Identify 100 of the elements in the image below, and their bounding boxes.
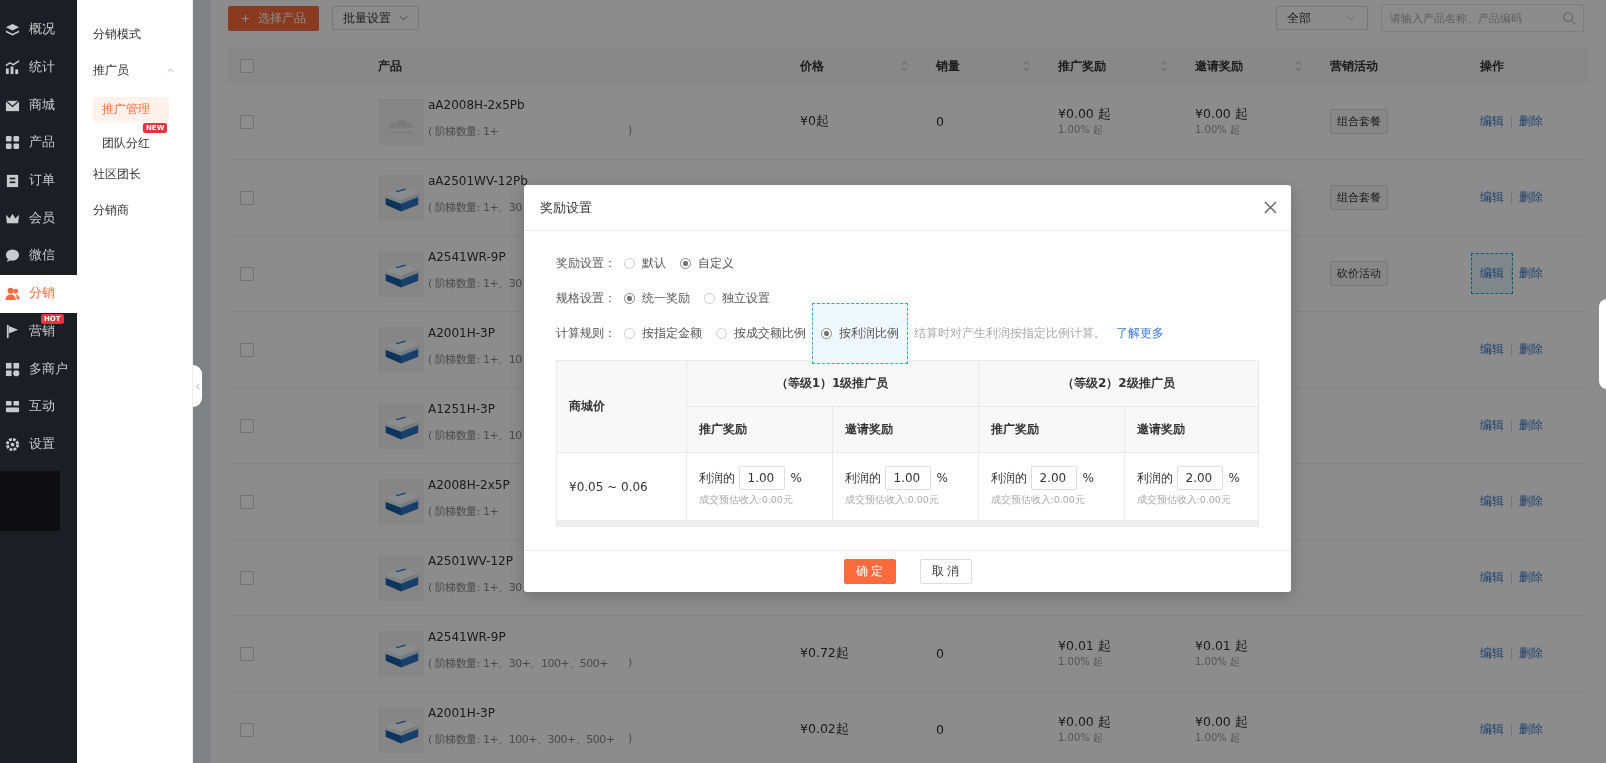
column-header: 邀请奖励 [844,422,893,436]
column-header[interactable]: 价格 [800,57,908,75]
row-checkbox[interactable] [240,646,254,661]
percent-field[interactable]: 1.00 [884,466,931,490]
users-icon [5,286,20,302]
radio-option[interactable]: 按利润比例 [812,303,908,364]
caret-icon [167,67,174,73]
rule-hint: 结算时对产生利润按指定比例计算。 [914,325,1106,342]
product-name: A2008H-2x5P [428,478,510,492]
submenu-group[interactable]: 推广员 [93,52,182,88]
row-checkbox[interactable] [240,114,254,129]
column-header: 操作 [1480,57,1504,75]
select-all-checkbox[interactable] [240,59,254,73]
delete-link[interactable]: 删除 [1510,557,1552,598]
sort-icon[interactable] [1295,60,1302,72]
sidebar-item[interactable]: 统计 [0,48,77,87]
tier-quantity: ( 阶梯数量: 1+ [428,504,499,519]
row-checkbox[interactable] [240,494,254,509]
submenu-item[interactable]: 社区团长 [93,156,182,192]
edit-link[interactable]: 编辑 [1471,177,1513,218]
edit-link[interactable]: 编辑 [1471,405,1513,446]
edit-link[interactable]: 编辑 [1471,329,1513,370]
price: ¥0起 [800,113,829,130]
edit-link[interactable]: 编辑 [1471,101,1513,142]
row-checkbox[interactable] [240,342,254,357]
product-name: A2541WR-9P [428,630,506,644]
invitation-reward: ¥0.00 起 [1195,714,1248,731]
filter-select[interactable]: 全部 [1276,6,1368,30]
column-header: 商城价 [569,399,605,413]
row-checkbox[interactable] [240,570,254,585]
row-checkbox[interactable] [240,722,254,737]
percent-unit: % [790,471,802,485]
delete-link[interactable]: 删除 [1510,329,1552,370]
radio-option[interactable]: 独立设置 [704,290,770,307]
sidebar-item[interactable]: 互动 [0,387,77,426]
sidebar-item[interactable]: 产品 [0,124,77,162]
sidebar-item[interactable]: 微信 [0,237,77,275]
submenu-item[interactable]: 团队分红 [93,131,169,156]
sidebar-item[interactable]: 分销 [0,274,77,313]
delete-link[interactable]: 删除 [1510,253,1552,294]
submenu-item[interactable]: 分销模式 [93,16,182,52]
chat-icon [5,248,20,264]
sidebar-item[interactable]: 概况 [0,11,77,49]
envelope-icon [5,97,20,113]
column-header[interactable]: 邀请奖励 [1195,57,1302,75]
percent-field[interactable]: 2.00 [1176,466,1223,490]
price: ¥0.72起 [800,645,849,662]
sales-count: 0 [936,722,944,737]
edit-link[interactable]: 编辑 [1471,481,1513,522]
sort-icon[interactable] [901,60,908,72]
edit-link[interactable]: 编辑 [1471,709,1513,750]
percent-field[interactable]: 1.00 [738,466,785,490]
edit-link[interactable]: 编辑 [1471,633,1513,674]
row-checkbox[interactable] [240,190,254,205]
promotion-reward: ¥0.00 起 [1058,714,1111,731]
blocks-icon [5,399,20,415]
delete-link[interactable]: 删除 [1510,405,1552,446]
product-name: A2001H-3P [428,326,495,340]
delete-link[interactable]: 删除 [1510,481,1552,522]
row-checkbox[interactable] [240,418,254,433]
level-header: （等级2）2级推广员 [1061,376,1175,390]
sidebar-item[interactable]: 商城 [0,86,77,125]
column-header[interactable]: 销量 [936,57,1030,75]
close-icon[interactable] [1264,201,1277,214]
delete-link[interactable]: 删除 [1510,633,1552,674]
sidebar-item[interactable]: 订单 [0,161,77,200]
submenu-item[interactable]: 推广管理 [93,97,169,122]
tier-quantity: ( 阶梯数量: 1+、30 [428,580,522,595]
promotion-reward: ¥0.01 起 [1058,638,1111,655]
sidebar-item[interactable]: 会员 [0,199,77,238]
radio-option[interactable]: 统一奖励 [624,290,690,307]
row-checkbox[interactable] [240,266,254,281]
radio-option[interactable]: 默认 [624,255,666,272]
edit-link[interactable]: 编辑 [1471,557,1513,598]
sidebar-item[interactable]: 设置 [0,425,77,464]
percent-unit: % [936,471,948,485]
activity-tag: 砍价活动 [1330,261,1388,286]
column-header[interactable]: 推广奖励 [1058,57,1167,75]
sort-icon[interactable] [1160,60,1167,72]
radio-option[interactable]: 自定义 [680,255,734,272]
learn-more-link[interactable]: 了解更多 [1116,325,1164,342]
radio-option[interactable]: 按成交额比例 [716,325,806,342]
level-header: （等级1）1级推广员 [775,376,889,390]
delete-link[interactable]: 删除 [1510,101,1552,142]
collapse-handle[interactable] [193,365,202,407]
edit-link[interactable]: 编辑 [1471,253,1513,294]
setting-label: 计算规则： [556,325,616,342]
sort-icon[interactable] [1023,60,1030,72]
tier-quantity: ( 阶梯数量: 1+、10 [428,428,522,443]
price: ¥0.02起 [800,721,849,738]
radio-option[interactable]: 按指定金额 [624,325,702,342]
submenu-item[interactable]: 分销商 [93,192,182,228]
confirm-button[interactable]: 确 定 [843,559,896,584]
percent-field[interactable]: 2.00 [1030,466,1077,490]
cancel-button[interactable]: 取 消 [919,559,972,584]
mall-price: ¥0.05 ~ 0.06 [569,479,648,494]
delete-link[interactable]: 删除 [1510,709,1552,750]
delete-link[interactable]: 删除 [1510,177,1552,218]
sidebar-item[interactable]: 多商户 [0,350,77,388]
batch-settings-dropdown[interactable]: 批量设置 [332,6,419,30]
